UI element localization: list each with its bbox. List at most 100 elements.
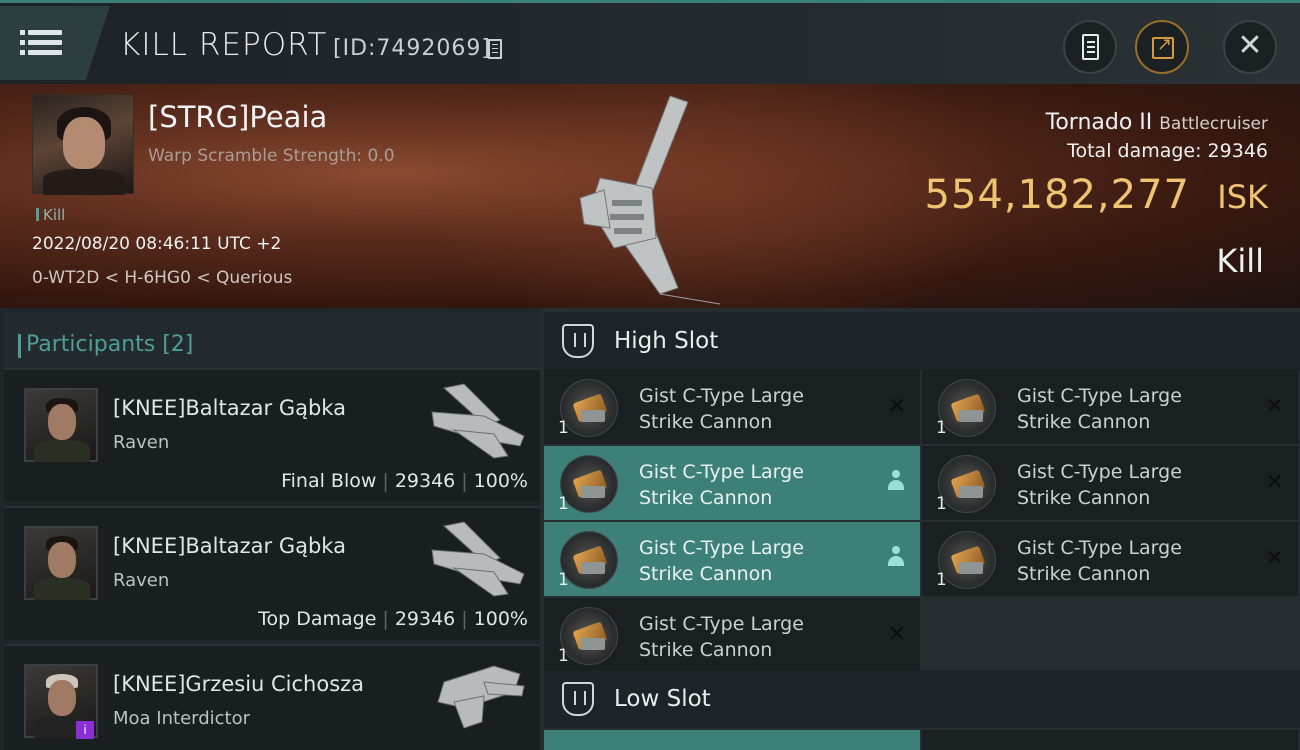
report-button[interactable] [1063,20,1117,74]
low-slot-label: Low Slot [614,686,711,712]
participant-ship-image[interactable] [424,376,534,460]
remove-icon[interactable]: ✕ [888,622,906,647]
stat-divider: | [382,608,389,630]
remove-icon[interactable]: ✕ [1266,546,1284,571]
module-slot[interactable]: 1 Gist C-Type Large Strike Cannon ✕ [922,446,1298,520]
participant-ship-image[interactable] [424,652,534,736]
participant-ship: Moa Interdictor [113,708,251,729]
participant-damage: 29346 [394,470,456,492]
participant-stats: Top Damage | 29346 | 100% [258,608,528,630]
avatar-suit [34,578,90,600]
person-icon[interactable] [888,470,904,492]
module-slot[interactable]: 1 Gist C-Type Large Strike Cannon ✕ [544,370,920,444]
participant-row[interactable]: [KNEE]Baltazar Gąbka Raven Top Damage | 29… [4,506,540,640]
victim-ship[interactable]: Tornado II Battlecruiser [1046,110,1268,135]
copy-icon[interactable] [488,39,502,59]
module-name: Gist C-Type Large Strike Cannon [1017,535,1247,587]
low-slot-module-partial[interactable] [544,730,920,750]
total-damage: Total damage: 29346 [1067,140,1268,162]
participant-ship-image[interactable] [424,514,534,598]
module-name: Gist C-Type Large Strike Cannon [639,459,869,511]
participant-avatar[interactable] [24,526,98,600]
high-slot-header[interactable]: High Slot [544,312,1300,370]
stat-divider: | [461,470,468,492]
participant-percent: 100% [473,470,528,492]
avatar-face [48,542,76,578]
avatar-face [48,404,76,440]
isk-value: 554,182,277 [924,172,1190,218]
module-name-line1: Gist C-Type Large [639,613,804,635]
module-name-line1: Gist C-Type Large [1017,385,1182,407]
module-name-line2: Strike Cannon [1017,487,1151,509]
participants-panel: Participants [2] [KNEE]Baltazar Gąbka Ra… [0,308,540,750]
module-name-line1: Gist C-Type Large [1017,461,1182,483]
low-slot-header[interactable]: Low Slot [544,670,1300,728]
module-quantity: 1 [558,570,569,590]
module-name-line2: Strike Cannon [639,411,773,433]
participants-header[interactable]: Participants [2] [4,312,540,370]
close-button[interactable]: ✕ [1223,20,1277,74]
module-name-line1: Gist C-Type Large [639,461,804,483]
participant-name: [KNEE]Baltazar Gąbka [113,534,346,558]
warp-scramble-strength: Warp Scramble Strength: 0.0 [148,146,395,166]
kill-location[interactable]: 0-WT2D < H-6HG0 < Querious [32,268,292,288]
report-id: [ID:7492069] [333,36,491,61]
participant-badge: i [76,721,94,739]
victim-ship-image[interactable] [560,88,760,308]
module-slot[interactable]: 1 Gist C-Type Large Strike Cannon ✕ [544,598,920,672]
high-slot-label: High Slot [614,328,719,354]
module-slot[interactable]: 1 Gist C-Type Large Strike Cannon ✕ [922,370,1298,444]
avatar-face [63,117,105,169]
person-icon[interactable] [888,546,904,568]
menu-icon-bar [20,40,62,45]
module-slot[interactable]: 1 Gist C-Type Large Strike Cannon ✕ [922,522,1298,596]
module-quantity: 1 [558,494,569,514]
shield-icon [562,682,594,716]
victim-avatar[interactable] [32,94,134,195]
kill-datetime: 2022/08/20 08:46:11 UTC +2 [32,234,282,254]
victim-ship-class: Battlecruiser [1159,114,1268,134]
module-quantity: 1 [936,494,947,514]
share-icon [1152,34,1174,59]
participant-row[interactable]: i [KNEE]Grzesiu Cichosza Moa Interdictor [4,644,540,750]
avatar-suit [34,440,90,462]
module-slot[interactable]: 1 Gist C-Type Large Strike Cannon [544,522,920,596]
module-slot[interactable]: 1 Gist C-Type Large Strike Cannon [544,446,920,520]
participant-avatar[interactable]: i [24,664,98,739]
isk-unit: ISK [1217,178,1268,216]
remove-icon[interactable]: ✕ [888,394,906,419]
stat-divider: | [461,608,468,630]
module-quantity: 1 [936,570,947,590]
module-name-line2: Strike Cannon [639,487,773,509]
participants-title: Participants [2] [17,332,194,358]
victim-ship-name: Tornado II [1045,110,1153,135]
kill-result: Kill [1216,242,1264,280]
module-name: Gist C-Type Large Strike Cannon [1017,459,1247,511]
participant-role: Top Damage [258,608,377,630]
participant-row[interactable]: [KNEE]Baltazar Gąbka Raven Final Blow | 29… [4,368,540,502]
remove-icon[interactable]: ✕ [1266,470,1284,495]
avatar-face [48,680,76,716]
module-name-line2: Strike Cannon [1017,411,1151,433]
module-name-line2: Strike Cannon [639,563,773,585]
module-name-line1: Gist C-Type Large [639,385,804,407]
share-button[interactable] [1135,20,1189,74]
module-name: Gist C-Type Large Strike Cannon [639,535,869,587]
participant-stats: Final Blow | 29346 | 100% [281,470,528,492]
module-name: Gist C-Type Large Strike Cannon [639,383,869,435]
remove-icon[interactable]: ✕ [1266,394,1284,419]
participant-role: Final Blow [281,470,377,492]
kill-tag: Kill [36,206,65,224]
participant-avatar[interactable] [24,388,98,462]
module-name-line2: Strike Cannon [639,639,773,661]
menu-icon-bar [20,50,62,55]
participant-damage: 29346 [394,608,456,630]
low-slot-module-partial[interactable] [922,730,1298,750]
menu-button[interactable] [0,6,110,80]
avatar-suit [43,169,125,195]
participant-name: [KNEE]Baltazar Gąbka [113,396,346,420]
menu-icon [20,30,62,35]
title-bar: KILL REPORT [ID:7492069] ✕ [0,0,1300,84]
victim-name[interactable]: [STRG]Peaia [148,100,327,134]
close-icon: ✕ [1237,28,1263,63]
